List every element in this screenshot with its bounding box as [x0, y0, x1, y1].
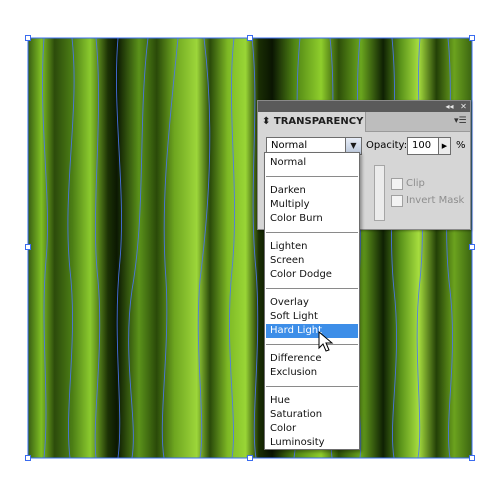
mask-thumbnail[interactable]	[374, 165, 385, 221]
menu-divider	[266, 386, 358, 387]
blend-option-lighten[interactable]: Lighten	[266, 240, 358, 254]
blend-option-color-burn[interactable]: Color Burn	[266, 212, 358, 226]
blend-mode-dropdown: Normal Darken Multiply Color Burn Lighte…	[264, 152, 360, 450]
blend-option-difference[interactable]: Difference	[266, 352, 358, 366]
selection-handle-bottom-left[interactable]	[25, 455, 31, 461]
panel-tab-bar: ⬍ TRANSPARENCY ▾☰	[258, 112, 470, 132]
artwork-canvas	[27, 37, 473, 459]
opacity-input[interactable]: 100	[407, 137, 439, 155]
tab-transparency[interactable]: ⬍ TRANSPARENCY	[258, 112, 366, 132]
blend-option-color-dodge[interactable]: Color Dodge	[266, 268, 358, 282]
close-icon[interactable]: ✕	[458, 101, 469, 112]
opacity-label: Opacity:	[366, 140, 408, 151]
blend-option-overlay[interactable]: Overlay	[266, 296, 358, 310]
selection-handle-bottom-right[interactable]	[469, 455, 475, 461]
menu-divider	[266, 288, 358, 289]
blend-option-multiply[interactable]: Multiply	[266, 198, 358, 212]
selection-handle-bottom-middle[interactable]	[247, 455, 253, 461]
selection-handle-top-left[interactable]	[25, 35, 31, 41]
blend-option-hard-light[interactable]: Hard Light	[266, 324, 358, 338]
blend-option-color[interactable]: Color	[266, 422, 358, 436]
selection-handle-middle-right[interactable]	[469, 244, 475, 250]
blend-option-darken[interactable]: Darken	[266, 184, 358, 198]
double-chevron-icon: ⬍	[262, 116, 271, 127]
blend-option-screen[interactable]: Screen	[266, 254, 358, 268]
double-left-chevron-icon[interactable]: ◂◂	[444, 101, 455, 112]
blend-option-luminosity[interactable]: Luminosity	[266, 436, 358, 450]
menu-divider	[266, 232, 358, 233]
blend-option-normal[interactable]: Normal	[266, 156, 358, 170]
selection-handle-middle-left[interactable]	[25, 244, 31, 250]
menu-divider	[266, 176, 358, 177]
tab-title: TRANSPARENCY	[273, 116, 364, 127]
panel-title-bar[interactable]: ◂◂ ✕	[258, 101, 470, 112]
invert-mask-checkbox[interactable]	[391, 195, 403, 207]
blend-option-saturation[interactable]: Saturation	[266, 408, 358, 422]
blend-option-exclusion[interactable]: Exclusion	[266, 366, 358, 380]
menu-divider	[266, 344, 358, 345]
mouse-pointer-icon	[318, 331, 334, 352]
blend-option-soft-light[interactable]: Soft Light	[266, 310, 358, 324]
invert-mask-label: Invert Mask	[406, 195, 465, 206]
percent-sign: %	[456, 140, 466, 151]
clip-checkbox[interactable]	[391, 178, 403, 190]
blend-option-hue[interactable]: Hue	[266, 394, 358, 408]
clip-label: Clip	[406, 178, 425, 189]
selection-handle-top-right[interactable]	[469, 35, 475, 41]
selection-handle-top-middle[interactable]	[247, 35, 253, 41]
opacity-stepper[interactable]: ▶	[439, 137, 451, 155]
panel-menu-icon[interactable]: ▾☰	[454, 116, 467, 126]
